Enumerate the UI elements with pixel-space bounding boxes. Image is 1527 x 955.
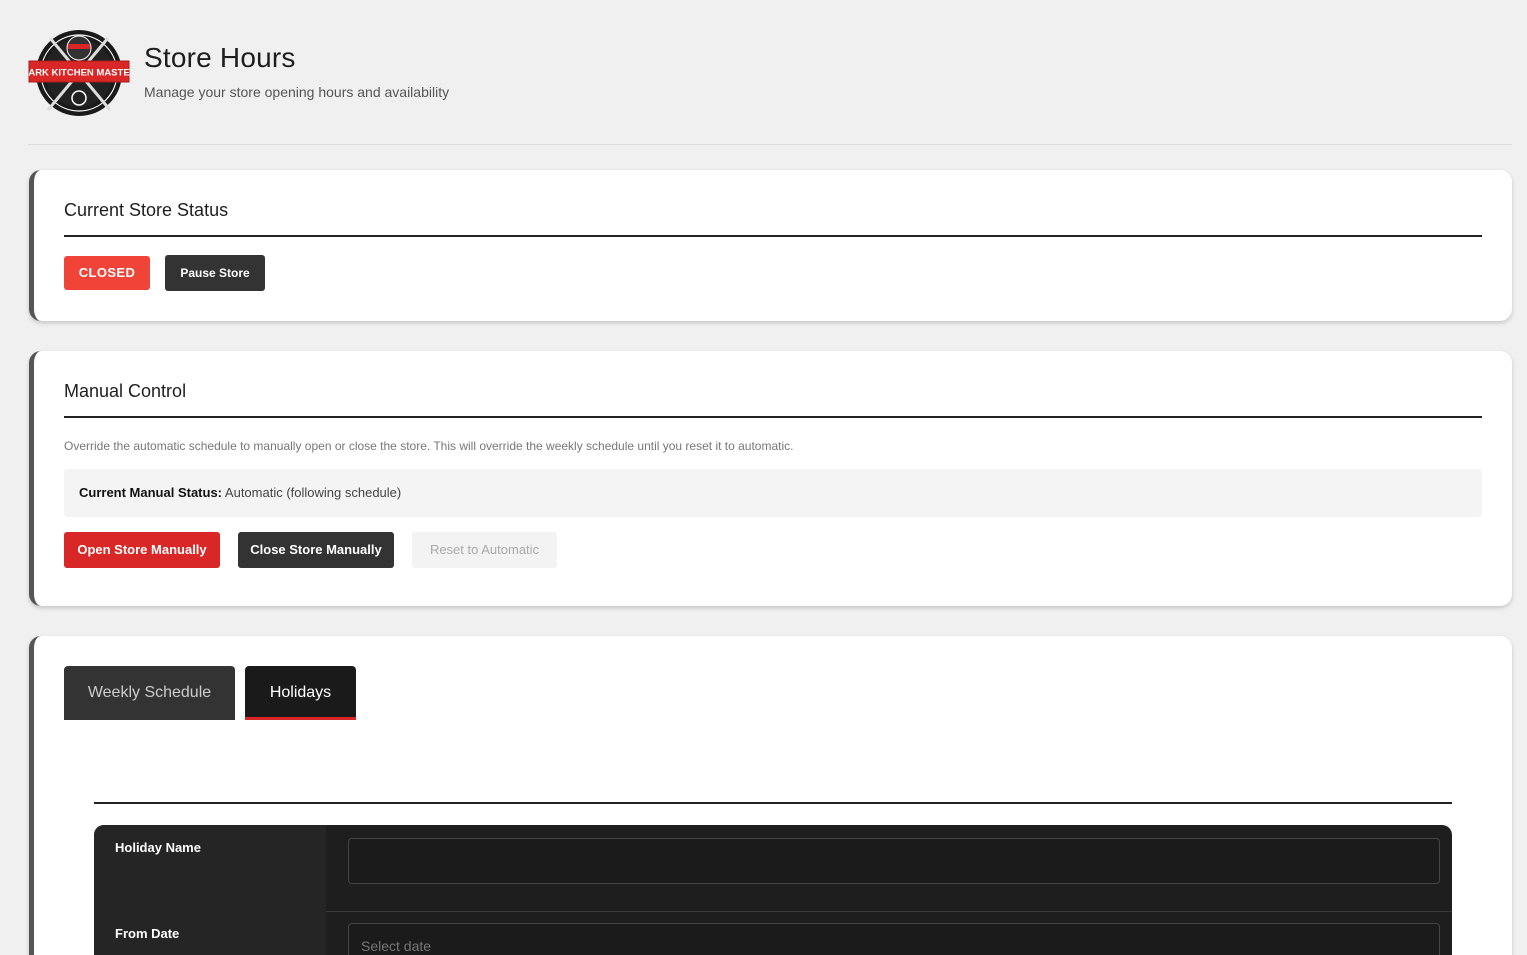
schedule-tabs-card: Weekly Schedule Holidays Holiday Name Fr…: [29, 636, 1512, 955]
status-badge: CLOSED: [64, 256, 150, 290]
manual-control-description: Override the automatic schedule to manua…: [64, 439, 794, 453]
open-store-manually-button[interactable]: Open Store Manually: [64, 532, 220, 568]
manual-status-box: Current Manual Status: Automatic (follow…: [64, 469, 1482, 517]
page-title: Store Hours: [144, 42, 296, 73]
dark-kitchen-master-logo: DARK KITCHEN MASTER: [28, 30, 130, 116]
manual-status-label: Current Manual Status:: [79, 485, 223, 500]
holiday-section-divider: [94, 802, 1452, 804]
from-date-input[interactable]: [348, 923, 1440, 955]
holiday-name-label: Holiday Name: [94, 825, 326, 911]
from-date-row: From Date: [94, 911, 1452, 955]
manual-control-card: Manual Control Override the automatic sc…: [29, 351, 1512, 606]
manual-control-title: Manual Control: [64, 381, 1482, 418]
holiday-form: Holiday Name From Date: [94, 825, 1452, 955]
holiday-name-row: Holiday Name: [94, 825, 1452, 912]
page-subtitle: Manage your store opening hours and avai…: [144, 84, 450, 100]
from-date-label: From Date: [94, 911, 326, 955]
manual-status-value: Automatic (following schedule): [224, 485, 402, 500]
holiday-name-input[interactable]: [348, 838, 1440, 884]
close-store-manually-button[interactable]: Close Store Manually: [238, 532, 394, 568]
title-block: Store Hours Manage your store opening ho…: [144, 42, 449, 100]
tab-weekly-schedule[interactable]: Weekly Schedule: [64, 666, 235, 720]
store-status-card: Current Store Status CLOSED Pause Store: [29, 170, 1512, 321]
store-status-title: Current Store Status: [64, 200, 1482, 237]
tab-holidays[interactable]: Holidays: [245, 666, 356, 720]
page-header: DARK KITCHEN MASTER Store Hours Manage y…: [28, 28, 1512, 145]
store-hours-page: DARK KITCHEN MASTER Store Hours Manage y…: [0, 0, 1527, 955]
logo-text: DARK KITCHEN MASTER: [28, 68, 130, 79]
pause-store-button[interactable]: Pause Store: [165, 255, 265, 291]
reset-to-automatic-button[interactable]: Reset to Automatic: [412, 532, 557, 568]
